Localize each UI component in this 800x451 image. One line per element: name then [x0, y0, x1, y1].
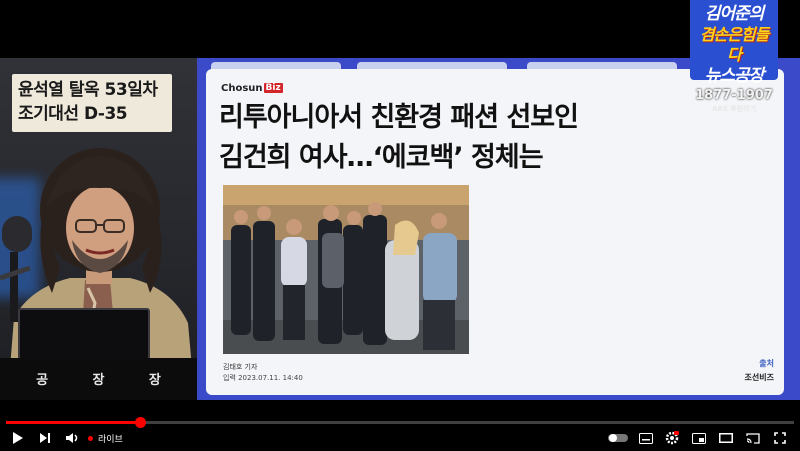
- countdown-sign: 윤석열 탈옥 53일차 조기대선 D-35: [12, 74, 172, 132]
- play-icon: [13, 432, 23, 444]
- countdown-line-1: 윤석열 탈옥 53일차: [18, 80, 158, 100]
- article-photo: [223, 185, 469, 354]
- article-byline: 김태호 기자: [223, 363, 258, 371]
- live-dot-icon: [88, 436, 93, 441]
- miniplayer-button[interactable]: [691, 430, 707, 446]
- cast-button[interactable]: [745, 430, 761, 446]
- subtitles-button[interactable]: [638, 430, 654, 446]
- fullscreen-button[interactable]: [772, 430, 788, 446]
- logo-line-2: 겸손은힘들다: [699, 25, 770, 64]
- live-indicator[interactable]: 라이브: [88, 432, 123, 445]
- live-label: 라이브: [98, 435, 123, 445]
- play-button[interactable]: [10, 430, 26, 446]
- source-name: 조선비즈: [744, 373, 774, 382]
- article-dateline: 입력 2023.07.11. 14:40: [223, 374, 303, 382]
- next-icon: [40, 433, 50, 443]
- progress-fill: [6, 421, 140, 424]
- toggle-icon: [608, 434, 628, 442]
- fullscreen-icon: [774, 432, 786, 444]
- phone-number: 1877-1907: [695, 88, 773, 103]
- autoplay-toggle[interactable]: [608, 430, 628, 446]
- subtitles-icon: [639, 432, 653, 444]
- player-controls: 라이브: [0, 427, 800, 449]
- video-player[interactable]: 윤석열 탈옥 53일차 조기대선 D-35 공 장 장 Chosun Biz 리…: [0, 0, 800, 451]
- desk-sign-char: 공: [36, 372, 49, 388]
- volume-button[interactable]: [64, 430, 80, 446]
- settings-button[interactable]: [664, 430, 680, 446]
- next-button[interactable]: [37, 430, 53, 446]
- headline-line-2: 김건희 여사…‘에코백’ 정체는: [219, 142, 544, 173]
- photo-crowd: [223, 185, 469, 354]
- article-headline: 리투아니아서 친환경 패션 선보인 김건희 여사…‘에코백’ 정체는: [219, 98, 689, 178]
- volume-icon: [66, 433, 78, 443]
- ars-label: ARS 후원하기: [711, 105, 757, 113]
- laptop: [18, 308, 150, 360]
- brand-name: Chosun: [221, 82, 263, 94]
- miniplayer-icon: [692, 432, 706, 444]
- desk-sign: 공 장 장: [0, 366, 197, 390]
- donation-phone: 1877-1907 ARS 후원하기: [690, 88, 778, 114]
- source-label: 출처: [759, 359, 774, 368]
- countdown-line-2: 조기대선 D-35: [18, 104, 128, 124]
- desk-sign-char: 장: [148, 372, 161, 388]
- brand-badge: Biz: [263, 83, 283, 93]
- headline-line-1: 리투아니아서 친환경 패션 선보인: [219, 102, 579, 133]
- article-source: 출처 조선비즈: [745, 358, 774, 383]
- video-frame[interactable]: 윤석열 탈옥 53일차 조기대선 D-35 공 장 장 Chosun Biz 리…: [0, 58, 800, 400]
- logo-line-3: 뉴스공장: [704, 66, 765, 86]
- desk-sign-char: 장: [92, 372, 105, 388]
- news-brand-logo: Chosun Biz: [221, 80, 283, 96]
- theater-icon: [719, 433, 733, 443]
- show-logo: 김어준의 겸손은힘들다 뉴스공장: [690, 0, 778, 86]
- cast-icon: [746, 432, 760, 444]
- progress-bar[interactable]: [6, 417, 794, 428]
- theater-mode-button[interactable]: [718, 430, 734, 446]
- studio-scene: 윤석열 탈옥 53일차 조기대선 D-35 공 장 장: [0, 58, 197, 400]
- logo-line-1: 김어준의: [704, 4, 765, 24]
- gear-icon: [665, 431, 679, 445]
